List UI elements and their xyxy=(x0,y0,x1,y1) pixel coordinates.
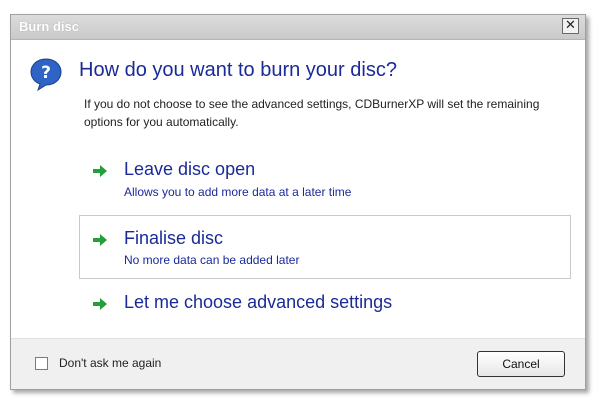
option-title: Finalise disc xyxy=(124,228,224,248)
option-title: Let me choose advanced settings xyxy=(124,292,393,312)
question-icon: ? xyxy=(30,58,62,91)
dialog-description: If you do not choose to see the advanced… xyxy=(84,97,540,129)
dont-ask-label[interactable]: Don't ask me again xyxy=(59,356,161,370)
option-advanced-settings[interactable]: Let me choose advanced settings xyxy=(79,288,571,320)
title-bar: Burn disc ✕ xyxy=(11,15,585,40)
close-button[interactable]: ✕ xyxy=(562,18,579,34)
option-finalise-disc[interactable]: Finalise disc No more data can be added … xyxy=(79,215,571,279)
burn-disc-dialog: Burn disc ✕ ? How do you want to burn yo… xyxy=(10,14,586,390)
option-subtitle: Allows you to add more data at a later t… xyxy=(124,185,352,199)
dont-ask-checkbox[interactable] xyxy=(35,357,48,370)
green-arrow-icon xyxy=(93,234,107,246)
dialog-footer: Don't ask me again Cancel xyxy=(11,338,585,389)
option-leave-disc-open[interactable]: Leave disc open Allows you to add more d… xyxy=(79,155,571,211)
cancel-button[interactable]: Cancel xyxy=(477,351,565,377)
window-title: Burn disc xyxy=(19,19,79,34)
option-subtitle: No more data can be added later xyxy=(124,253,300,267)
dialog-heading: How do you want to burn your disc? xyxy=(79,59,397,81)
option-title: Leave disc open xyxy=(124,159,256,179)
green-arrow-icon xyxy=(93,165,107,177)
svg-text:?: ? xyxy=(41,63,51,83)
close-icon: ✕ xyxy=(565,18,576,33)
green-arrow-icon xyxy=(93,298,107,310)
